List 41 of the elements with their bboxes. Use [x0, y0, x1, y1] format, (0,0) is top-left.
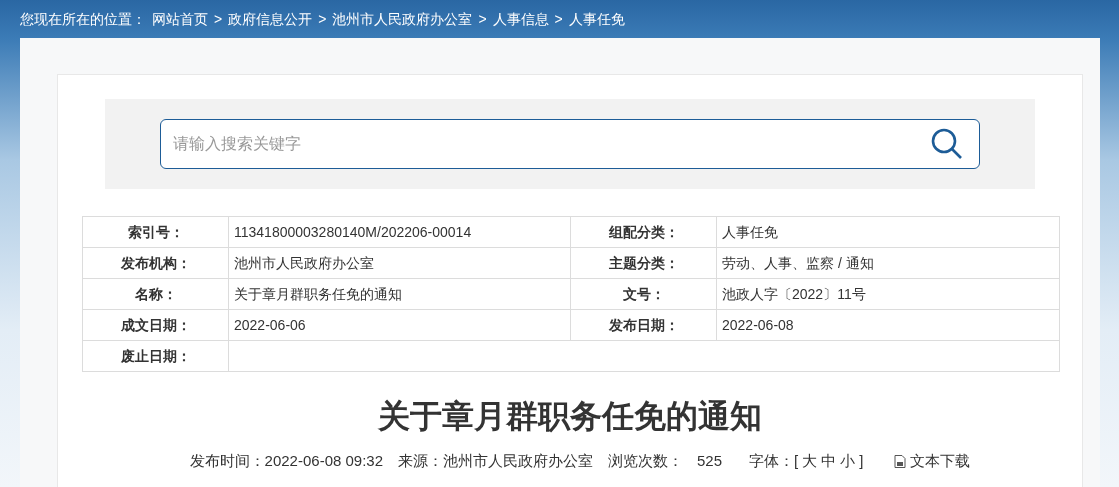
publish-time: 发布时间：2022-06-08 09:32 [189, 451, 384, 471]
table-label: 主题分类： [570, 247, 717, 279]
font-size-bracket: ] [859, 451, 864, 471]
breadcrumb-label: 您现在所在的位置： [20, 9, 146, 29]
table-label: 文号： [570, 278, 717, 310]
download-link[interactable]: 文本下载 [894, 450, 971, 473]
breadcrumb-separator: > [554, 9, 563, 29]
views-count: 525 [697, 451, 723, 471]
table-cell: 11341800003280140M/202206-00014 [228, 216, 571, 248]
article-title: 关于章月群职务任免的通知 [378, 398, 762, 434]
document-icon [894, 454, 907, 468]
table-cell: 劳动、人事、监察 / 通知 [716, 247, 1060, 279]
table-cell: 2022-06-06 [228, 309, 571, 341]
table-cell: 关于章月群职务任免的通知 [228, 278, 571, 310]
views-label: 浏览次数： [608, 451, 684, 471]
table-label: 发布机构： [82, 247, 229, 279]
table-label: 索引号： [82, 216, 229, 248]
source-text: 来源：池州市人民政府办公室 [398, 451, 594, 471]
breadcrumb-link[interactable]: 人事信息 [492, 8, 549, 30]
font-size-label: 字体：[ [749, 451, 799, 471]
breadcrumb-link[interactable]: 网站首页 [152, 8, 208, 30]
breadcrumb-link[interactable]: 人事任免 [568, 8, 625, 30]
table-label: 成文日期： [82, 309, 229, 341]
table-label: 废止日期： [82, 340, 229, 372]
font-size-link[interactable]: 大 [802, 450, 818, 473]
font-size-link[interactable]: 中 [821, 450, 837, 473]
table-cell: 池政人字〔2022〕11号 [716, 278, 1060, 310]
table-cell: 2022-06-08 [716, 309, 1060, 341]
breadcrumb-separator: > [478, 9, 487, 29]
search-field[interactable]: 请输入搜索关键字 [160, 119, 980, 169]
breadcrumb-separator: > [214, 9, 223, 29]
breadcrumb-separator: > [318, 9, 327, 29]
table-label: 名称： [82, 278, 229, 310]
table-cell: 池州市人民政府办公室 [228, 247, 571, 279]
table-cell: 人事任免 [716, 216, 1060, 248]
breadcrumb-link[interactable]: 池州市人民政府办公室 [332, 8, 473, 30]
table-label: 组配分类： [570, 216, 717, 248]
font-size-link[interactable]: 小 [840, 450, 856, 473]
table-label: 发布日期： [570, 309, 717, 341]
search-icon[interactable] [930, 127, 964, 161]
breadcrumb-link[interactable]: 政府信息公开 [228, 8, 313, 30]
